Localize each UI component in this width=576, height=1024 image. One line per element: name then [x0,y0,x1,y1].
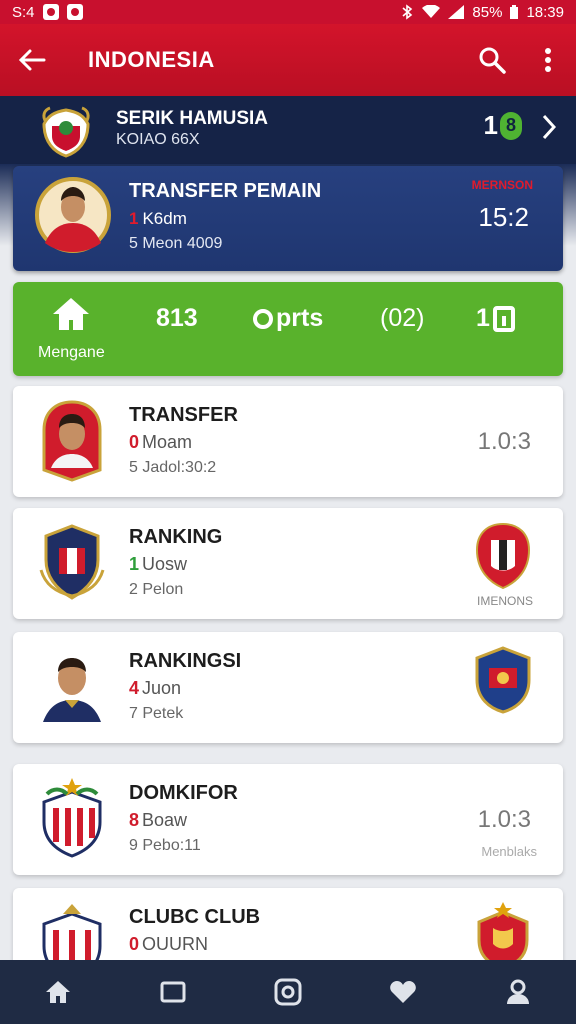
profile-icon [507,979,530,1004]
page-title: INDONESIA [88,47,215,72]
stat-value-2: prts [276,304,324,332]
featured-transfer-card[interactable]: TRANSFER PEMAIN 1 K6dm 5 Meon 4009 MERNSO… [13,166,563,271]
card-line2: 9 Pebo:11 [129,837,201,854]
wifi-icon [422,5,441,18]
stat-value-4: 1 [476,304,490,332]
card-line1-text: Boaw [142,810,188,830]
card-title: RANKING [129,526,223,548]
feature-line2: 5 Meon 4009 [129,235,223,252]
status-left-text: S:4 [12,3,35,21]
chevron-right-icon [542,114,556,140]
nav-camera[interactable] [256,960,320,1024]
nav-home[interactable] [26,960,90,1024]
stat-points: prts [253,304,323,333]
match-score: 1 8 [484,110,522,141]
card-line1: 8 Boaw [129,810,187,831]
more-options-button[interactable] [520,24,576,96]
card-crest-label: IMENONS [476,594,533,608]
list-item[interactable]: TRANSFER 0 Moam 5 Jadol:30:2 1.0:3 [13,386,563,497]
app-bar: INDONESIA [0,24,576,96]
home-icon [45,981,70,1003]
home-icon[interactable] [51,296,91,332]
card-line1: 1 Uosw [129,554,187,575]
card-score: 1.0:3 [477,806,531,833]
feature-number: 1 [129,209,139,228]
card-title: CLUBC CLUB [129,906,261,928]
score-value: 1 [483,110,498,140]
list-item[interactable]: DOMKIFOR 8 Boaw 9 Pebo:11 1.0:3 Menblaks [13,764,563,875]
card-number: 0 [129,432,140,452]
club-crest-icon [42,778,102,858]
search-icon [479,47,506,74]
feature-tag: MERNSON [471,178,533,192]
club-crest-icon [475,646,531,714]
feature-line1-text: K6dm [142,209,187,228]
card-line1-text: OUURN [142,934,209,954]
card-line1: 4 Juon [129,678,181,699]
card-number: 8 [129,810,140,830]
feature-title: TRANSFER PEMAIN [129,180,322,202]
card-line1: 0 OUURN [129,934,208,955]
card-title: DOMKIFOR [129,782,238,804]
player-avatar [43,658,101,722]
player-avatar [42,400,102,482]
battery-icon [510,5,519,19]
feature-time: 15:2 [478,202,529,232]
search-button[interactable] [464,24,520,96]
card-number: 4 [129,678,140,698]
club-crest-icon [475,522,531,590]
score-badge: 8 [500,111,522,140]
square-icon [160,981,186,1003]
points-icon [253,308,273,329]
stat-value-4-group: 1 [476,304,515,333]
list-item[interactable]: RANKINGSI 4 Juon 7 Petek [13,632,563,743]
stat-value-3: (02) [380,304,425,332]
stat-value-1: 813 [156,304,198,332]
notification-icon [66,4,83,20]
nav-profile[interactable] [486,960,550,1024]
bottom-navigation [0,960,576,1024]
club-crest-icon [42,106,90,158]
card-line1-text: Juon [142,678,182,698]
heart-icon [390,981,416,1003]
notification-icon [42,4,59,20]
match-subtitle: KOIAO 66X [116,131,200,148]
match-header[interactable]: SERIK HAMUSIA KOIAO 66X 1 8 [0,96,576,164]
card-icon [492,305,515,332]
card-line1-text: Moam [142,432,193,452]
list-item[interactable]: RANKING 1 Uosw 2 Pelon IMENONS [13,508,563,619]
back-button[interactable] [0,24,64,96]
club-crest-icon [39,524,105,600]
card-line2: 5 Jadol:30:2 [129,459,217,476]
status-bar: S:4 85% 18:39 [0,0,576,24]
card-line2: 7 Petek [129,705,184,722]
nav-square[interactable] [141,960,205,1024]
card-title: RANKINGSI [129,650,242,672]
home-label: Mengane [38,344,105,361]
card-title: TRANSFER [129,404,238,426]
card-number: 0 [129,934,140,954]
card-number: 1 [129,554,140,574]
player-avatar [35,177,111,253]
signal-icon [448,5,465,19]
arrow-left-icon [18,49,46,71]
camera-icon [274,978,302,1006]
battery-percent: 85% [472,3,503,21]
card-line1-text: Uosw [142,554,188,574]
match-title: SERIK HAMUSIA [116,108,269,129]
card-subtext: Menblaks [481,844,537,859]
status-time: 18:39 [526,3,564,21]
bluetooth-icon [402,4,413,20]
feature-line1: 1 K6dm [129,209,187,229]
card-score: 1.0:3 [477,428,531,455]
card-line2: 2 Pelon [129,581,184,598]
stats-bar: Mengane 813 prts (02) 1 [13,282,563,376]
more-vert-icon [545,48,551,72]
nav-favorites[interactable] [371,960,435,1024]
card-line1: 0 Moam [129,432,192,453]
